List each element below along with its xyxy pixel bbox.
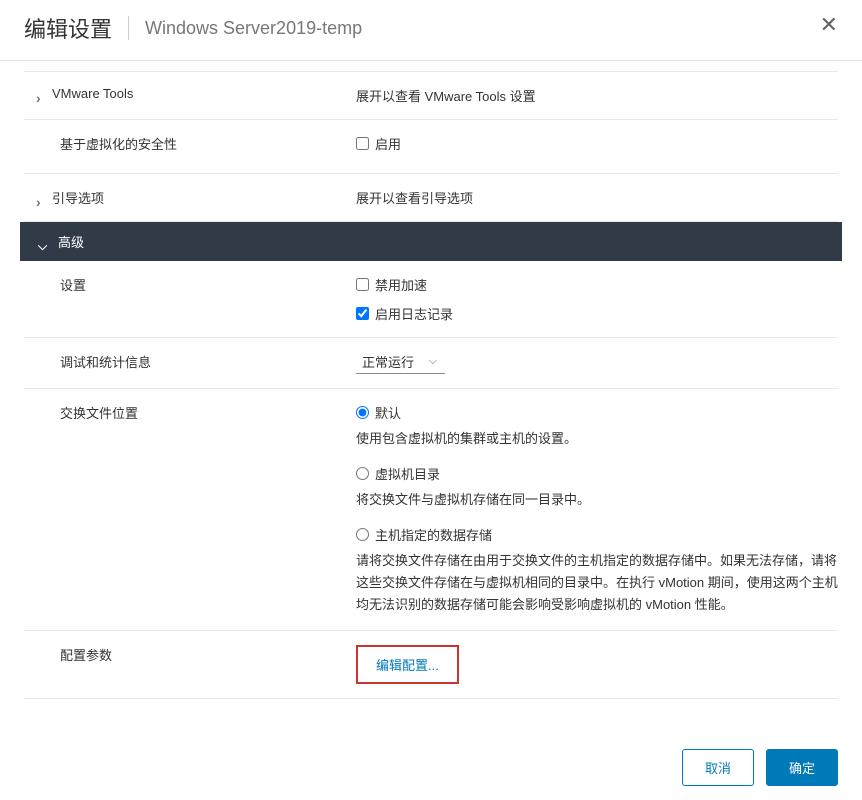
swap-location-label: 交换文件位置 (60, 403, 138, 422)
row-vbs: 基于虚拟化的安全性 启用 (24, 120, 838, 174)
title-divider (128, 16, 129, 40)
swap-default-radio[interactable] (356, 406, 369, 419)
close-icon[interactable]: ✕ (820, 14, 838, 36)
modal-body: VMware Tools 展开以查看 VMware Tools 设置 基于虚拟化… (0, 61, 862, 716)
swap-vmdir-desc: 将交换文件与虚拟机存储在同一目录中。 (356, 489, 838, 511)
debug-stats-select[interactable]: 正常运行 (356, 352, 445, 374)
advanced-header-label: 高级 (58, 232, 84, 251)
swap-vmdir-radio[interactable] (356, 467, 369, 480)
row-vmware-tools[interactable]: VMware Tools 展开以查看 VMware Tools 设置 (24, 71, 838, 120)
vbs-label: 基于虚拟化的安全性 (60, 134, 177, 153)
config-params-label: 配置参数 (60, 645, 112, 664)
swap-default-desc: 使用包含虚拟机的集群或主机的设置。 (356, 428, 838, 450)
latency-label: 延迟敏感度 (60, 713, 125, 716)
ok-button[interactable]: 确定 (766, 749, 838, 786)
modal-subtitle: Windows Server2019-temp (145, 18, 362, 39)
chevron-down-icon (38, 238, 46, 246)
swap-hostds-radio[interactable] (356, 528, 369, 541)
row-debug-stats: 调试和统计信息 正常运行 (24, 338, 838, 389)
vmware-tools-value: 展开以查看 VMware Tools 设置 (356, 86, 838, 105)
row-swap-location: 交换文件位置 默认 使用包含虚拟机的集群或主机的设置。 虚拟机目录 将交换文件与… (24, 389, 838, 631)
vbs-enable-checkbox[interactable] (356, 137, 369, 150)
edit-config-button[interactable]: 编辑配置... (356, 645, 459, 684)
row-boot-options[interactable]: 引导选项 展开以查看引导选项 (24, 174, 838, 222)
vmware-tools-label: VMware Tools (52, 86, 133, 101)
chevron-right-icon (36, 194, 44, 202)
boot-options-value: 展开以查看引导选项 (356, 188, 838, 207)
vbs-enable-label: 启用 (375, 134, 401, 153)
debug-stats-label: 调试和统计信息 (60, 352, 151, 371)
modal-header: 编辑设置 Windows Server2019-temp ✕ (0, 0, 862, 61)
swap-hostds-desc: 请将交换文件存储在由用于交换文件的主机指定的数据存储中。如果无法存储，请将这些交… (356, 550, 838, 616)
modal-title: 编辑设置 (24, 12, 112, 44)
latency-select[interactable]: 正常 (356, 713, 419, 716)
row-advanced-settings: 设置 禁用加速 启用日志记录 (24, 261, 838, 338)
chevron-right-icon (36, 90, 44, 98)
advanced-settings-label: 设置 (60, 275, 86, 294)
enable-logging-label: 启用日志记录 (375, 304, 453, 323)
boot-options-label: 引导选项 (52, 188, 104, 207)
enable-logging-checkbox[interactable] (356, 307, 369, 320)
row-config-params: 配置参数 编辑配置... (24, 631, 838, 699)
swap-default-label: 默认 (375, 403, 401, 422)
cancel-button[interactable]: 取消 (682, 749, 754, 786)
swap-hostds-label: 主机指定的数据存储 (375, 525, 492, 544)
row-latency: 延迟敏感度 正常 (24, 699, 838, 716)
row-advanced-header[interactable]: 高级 (20, 222, 842, 261)
disable-accel-label: 禁用加速 (375, 275, 427, 294)
swap-vmdir-label: 虚拟机目录 (375, 464, 440, 483)
modal-footer: 取消 确定 (0, 735, 862, 800)
disable-accel-checkbox[interactable] (356, 278, 369, 291)
